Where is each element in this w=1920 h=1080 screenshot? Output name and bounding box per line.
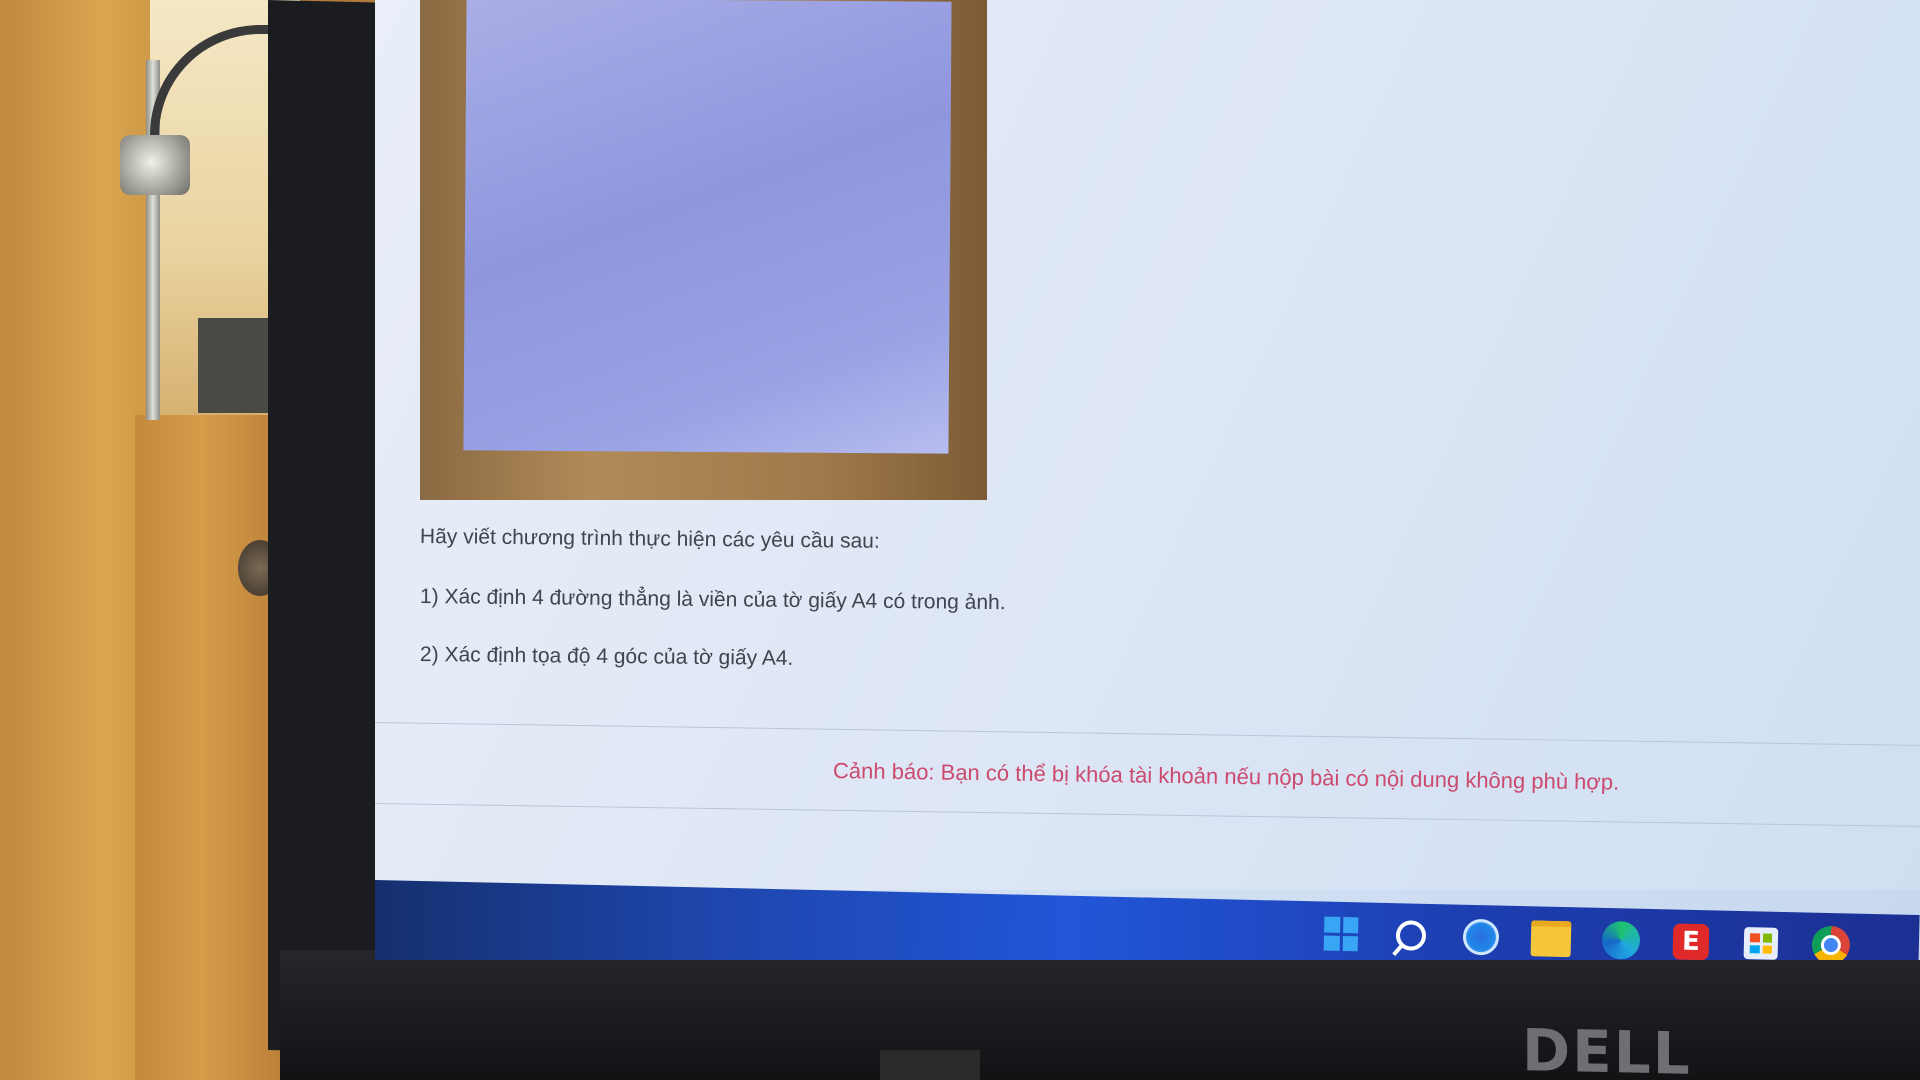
meet-icon[interactable] <box>1461 917 1502 958</box>
a4-paper <box>463 0 952 454</box>
problem-content: Hãy viết chương trình thực hiện các yêu … <box>375 0 1920 890</box>
file-explorer-icon[interactable] <box>1530 918 1572 959</box>
windows-start-icon[interactable] <box>1321 913 1362 954</box>
search-icon[interactable] <box>1391 915 1432 956</box>
divider-top <box>375 722 1920 746</box>
bracket <box>120 135 190 195</box>
photo-scene: DELL Hãy viết chương trình thực hiện các… <box>0 0 1920 1080</box>
store-icon[interactable] <box>1740 923 1781 960</box>
problem-intro: Hãy viết chương trình thực hiện các yêu … <box>419 525 880 553</box>
monitor-brand: DELL <box>1522 1016 1692 1080</box>
taskbar: E <box>375 880 1920 960</box>
problem-image <box>420 0 987 500</box>
requirement-2: 2) Xác định tọa độ 4 góc của tờ giấy A4. <box>419 643 794 670</box>
warning-text: Cảnh báo: Bạn có thể bị khóa tài khoản n… <box>832 758 1620 795</box>
screen: Hãy viết chương trình thực hiện các yêu … <box>375 0 1920 960</box>
dark-block <box>198 318 278 413</box>
chrome-icon[interactable] <box>1810 925 1851 960</box>
requirement-1: 1) Xác định 4 đường thẳng là viền của tờ… <box>419 585 1006 615</box>
monitor-stand <box>880 1050 980 1080</box>
divider-bottom <box>375 803 1920 827</box>
express-icon[interactable]: E <box>1670 921 1711 960</box>
edge-icon[interactable] <box>1601 920 1642 960</box>
